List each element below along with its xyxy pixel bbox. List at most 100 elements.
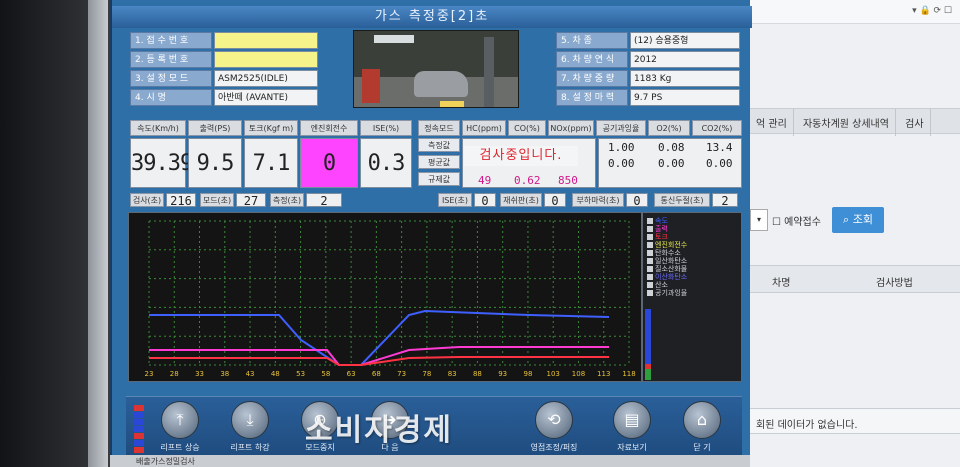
taskbar-strip: 배출가스정밀검사	[110, 455, 750, 467]
rpm-label: 엔진회전수	[300, 120, 358, 136]
air-excess-average: 0.00	[608, 157, 635, 170]
gas-header-air-excess: 공기과잉율	[596, 120, 646, 136]
legend-label: 속도	[655, 217, 668, 225]
row-label-limit: 규제값	[418, 172, 460, 186]
gas-header-co2: CO2(%)	[692, 120, 742, 136]
co2-measured: 13.4	[706, 141, 733, 154]
gas-header-mode: 정속모드	[418, 120, 460, 136]
x-tick-label: 58	[321, 370, 330, 378]
column-header-car-name: 차명	[772, 278, 791, 289]
legend-item[interactable]: 토크	[647, 233, 668, 241]
legend-item[interactable]: 공기과잉율	[647, 289, 687, 297]
search-button[interactable]: ⌕ 조회	[832, 207, 884, 233]
set-mode-value: ASM2525(IDLE)	[214, 70, 318, 87]
view-data-label: 자료보기	[617, 443, 647, 452]
mode-time-value: 27	[236, 193, 266, 208]
legend-item[interactable]: 일산화탄소	[647, 257, 687, 265]
load-time-label: 부하마력(초)	[572, 193, 624, 207]
x-tick-label: 108	[572, 370, 585, 378]
tree-item-emission[interactable]: 배출가스정밀검사	[136, 456, 195, 467]
reservation-checkbox[interactable]: ☐ 예약접수	[772, 213, 821, 228]
x-tick-label: 78	[422, 370, 431, 378]
status-color-bars	[134, 405, 144, 457]
ise-time-value: 0	[474, 193, 496, 208]
legend-item[interactable]: 출력	[647, 225, 668, 233]
legend-label: 산소	[655, 281, 668, 289]
x-tick-label: 83	[448, 370, 457, 378]
legend-checkbox[interactable]	[647, 282, 653, 288]
legend-item[interactable]: 속도	[647, 217, 668, 225]
vehicle-weight-label: 7. 차 량 중 량	[556, 70, 628, 87]
legend-checkbox[interactable]	[647, 226, 653, 232]
legend-checkbox[interactable]	[647, 258, 653, 264]
gas-header-co: CO(%)	[508, 120, 546, 136]
co2-average: 0.00	[706, 157, 733, 170]
browser-topbar: ▾ 🔒 ⟳ ☐	[750, 0, 960, 24]
registration-number-value	[214, 51, 318, 68]
color-bar	[134, 426, 144, 432]
receipt-number-value	[214, 32, 318, 49]
tab-inspection[interactable]: 검사	[899, 109, 931, 136]
adjust-time-label: 재쉬판(초)	[500, 193, 542, 207]
torque-label: 토크(Kgf m)	[244, 120, 298, 136]
lift-down-button[interactable]: ⤓ 리프트 하강	[220, 401, 280, 459]
tab-vehicle-detail[interactable]: 자동차계원 상세내역	[797, 109, 896, 136]
x-tick-label: 118	[622, 370, 635, 378]
measure-time-value: 2	[306, 193, 342, 208]
lift-up-button[interactable]: ⤒ 리프트 상승	[150, 401, 210, 459]
legend-checkbox[interactable]	[647, 274, 653, 280]
trend-graph-svg: 23 28 33 38 43 48 53 58 63 68 73 78 83 88 93 98 103 108 11…	[145, 220, 636, 378]
legend-checkbox[interactable]	[647, 266, 653, 272]
legend-checkbox[interactable]	[647, 290, 653, 296]
info-row-type: 5. 차 종 (12) 승용중형	[556, 32, 746, 49]
x-tick-label: 43	[246, 370, 255, 378]
color-bar	[134, 419, 144, 425]
model-label: 4. 시 명	[130, 89, 212, 106]
trend-graph: 23 28 33 38 43 48 53 58 63 68 73 78 83 88 93 98 103 108 11…	[128, 212, 642, 382]
legend-label: 질소산화물	[655, 265, 688, 273]
load-time-value: 0	[626, 193, 648, 208]
gas-header-nox: NOx(ppm)	[548, 120, 594, 136]
color-bar	[134, 412, 144, 418]
torque-series	[149, 356, 609, 366]
lift-down-label: 리프트 하강	[230, 443, 270, 452]
x-tick-label: 38	[220, 370, 229, 378]
vehicle-type-value: (12) 승용중형	[630, 32, 740, 49]
legend-item[interactable]: 질소산화물	[647, 265, 687, 273]
close-button[interactable]: ⌂ 닫 기	[672, 401, 732, 459]
legend-checkbox[interactable]	[647, 234, 653, 240]
tab-management[interactable]: 억 관리	[750, 109, 794, 136]
legend-item[interactable]: 산소	[647, 281, 668, 289]
info-row-mode: 3. 설 정 모 드 ASM2525(IDLE)	[130, 70, 320, 87]
x-tick-label: 33	[195, 370, 204, 378]
legend-checkbox[interactable]	[647, 242, 653, 248]
ise-label: ISE(%)	[360, 120, 412, 136]
vehicle-info-left: 1. 접 수 번 호 2. 등 록 번 호 3. 설 정 모 드 ASM2525…	[130, 32, 320, 108]
gas-header-hc: HC(ppm)	[462, 120, 506, 136]
measure-time-label: 측정(초)	[270, 193, 304, 207]
legend-item[interactable]: 탄화수소	[647, 249, 681, 257]
legend-item[interactable]: 이산화탄소	[647, 273, 687, 281]
legend-item[interactable]: 엔진회전수	[647, 241, 687, 249]
row-label-measured: 측정값	[418, 138, 460, 152]
graph-x-ticks: 23 28 33 38 43 48 53 58 63 68 73 78 83 88 93 98 103 108 11…	[145, 370, 636, 378]
legend-checkbox[interactable]	[647, 250, 653, 256]
photo-of-monitor: { "app": { "title": "가스 측정중[2]초" }, "veh…	[0, 0, 960, 467]
lift-up-label: 리프트 상승	[160, 443, 200, 452]
model-value: 아반떼 (AVANTE)	[214, 89, 318, 106]
output-value: 9.5	[188, 138, 242, 188]
filter-select[interactable]: ▾	[750, 209, 768, 231]
legend-checkbox[interactable]	[647, 218, 653, 224]
legend-label: 출력	[655, 225, 668, 233]
watermark: 소비자경제	[305, 413, 453, 448]
x-tick-label: 73	[397, 370, 406, 378]
camera-pole	[484, 37, 494, 107]
graph-grid	[148, 220, 630, 366]
limit-nox: 850	[558, 174, 578, 187]
folder-icon: ▤	[613, 401, 651, 439]
color-bar	[134, 440, 144, 446]
zero-purge-button[interactable]: ⟲ 영점조정/퍼징	[524, 401, 584, 459]
limit-hc: 49	[478, 174, 492, 187]
view-data-button[interactable]: ▤ 자료보기	[602, 401, 662, 459]
lift-down-icon: ⤓	[231, 401, 269, 439]
